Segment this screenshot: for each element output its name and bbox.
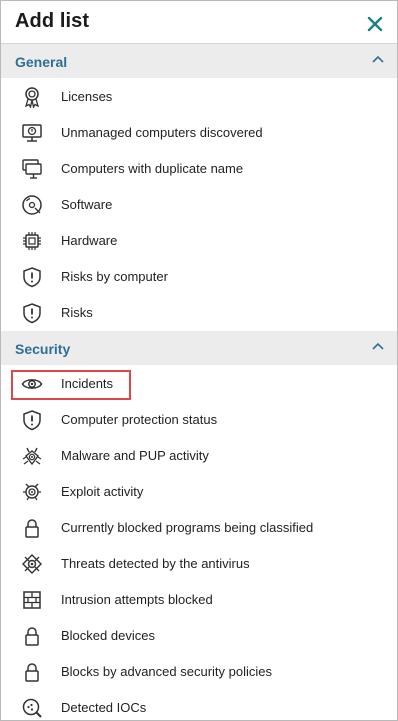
list-option-label: Intrusion attempts blocked <box>61 592 213 607</box>
lock-icon <box>25 627 39 646</box>
list-option-label: Incidents <box>61 376 114 391</box>
duplicate-computers-icon <box>22 159 42 179</box>
list-option-protection-status[interactable]: Computer protection status <box>1 402 397 438</box>
list-option-unmanaged-computers[interactable]: Unmanaged computers discovered <box>1 115 397 151</box>
software-disc-icon <box>22 195 42 215</box>
section-header-security[interactable]: Security <box>1 331 397 365</box>
list-option-label: Unmanaged computers discovered <box>61 125 263 140</box>
list-option-software[interactable]: Software <box>1 187 397 223</box>
list-option-label: Malware and PUP activity <box>61 448 209 463</box>
chevron-up-icon[interactable] <box>371 54 385 64</box>
list-option-label: Computers with duplicate name <box>61 161 244 176</box>
list-option-label: Currently blocked programs being classif… <box>61 520 314 535</box>
list-option-label: Risks <box>61 305 93 320</box>
shield-alert-icon <box>23 410 41 431</box>
list-option-licenses[interactable]: Licenses <box>1 79 397 115</box>
section-label: Security <box>15 341 71 357</box>
list-option-exploit-activity[interactable]: Exploit activity <box>1 474 397 510</box>
list-option-label: Detected IOCs <box>61 700 147 715</box>
ioc-search-icon <box>22 698 42 718</box>
add-list-panel: Add list General Licenses Unmanaged comp… <box>0 0 398 721</box>
list-option-label: Exploit activity <box>61 484 144 499</box>
license-badge-icon <box>24 87 40 108</box>
list-option-detected-iocs[interactable]: Detected IOCs <box>1 690 397 720</box>
section-label: General <box>15 54 68 70</box>
malware-icon <box>22 447 42 466</box>
panel-header: Add list <box>1 1 397 44</box>
list-option-label: Blocked devices <box>61 628 155 643</box>
list-option-label: Risks by computer <box>61 269 168 284</box>
hardware-chip-icon <box>23 232 41 250</box>
list-option-label: Licenses <box>61 89 113 104</box>
list-option-duplicate-name[interactable]: Computers with duplicate name <box>1 151 397 187</box>
eye-icon <box>21 379 43 389</box>
unmanaged-computer-icon <box>22 124 42 142</box>
list-option-risks[interactable]: Risks <box>1 295 397 331</box>
list-option-risks-by-computer[interactable]: Risks by computer <box>1 259 397 295</box>
list-option-hardware[interactable]: Hardware <box>1 223 397 259</box>
risk-shield-icon <box>23 303 41 324</box>
list-option-blocked-devices[interactable]: Blocked devices <box>1 618 397 654</box>
list-option-label: Blocks by advanced security policies <box>61 664 272 679</box>
panel-title: Add list <box>15 10 90 32</box>
list-option-label: Computer protection status <box>61 412 218 427</box>
list-option-incidents[interactable]: Incidents <box>1 366 397 402</box>
firewall-icon <box>23 591 41 609</box>
chevron-up-icon[interactable] <box>371 341 385 351</box>
threat-icon <box>22 554 42 574</box>
list-option-advanced-policies[interactable]: Blocks by advanced security policies <box>1 654 397 690</box>
list-option-label: Software <box>61 197 113 212</box>
list-option-intrusion-attempts[interactable]: Intrusion attempts blocked <box>1 582 397 618</box>
close-icon[interactable] <box>365 14 385 34</box>
risk-shield-icon <box>23 267 41 288</box>
list-option-threats-antivirus[interactable]: Threats detected by the antivirus <box>1 546 397 582</box>
lock-icon <box>25 519 39 538</box>
list-option-blocked-programs[interactable]: Currently blocked programs being classif… <box>1 510 397 546</box>
exploit-icon <box>23 483 41 501</box>
list-option-label: Threats detected by the antivirus <box>61 556 250 571</box>
list-option-malware-pup[interactable]: Malware and PUP activity <box>1 438 397 474</box>
section-header-general[interactable]: General <box>1 44 397 78</box>
lock-icon <box>25 663 39 682</box>
list-option-label: Hardware <box>61 233 118 248</box>
